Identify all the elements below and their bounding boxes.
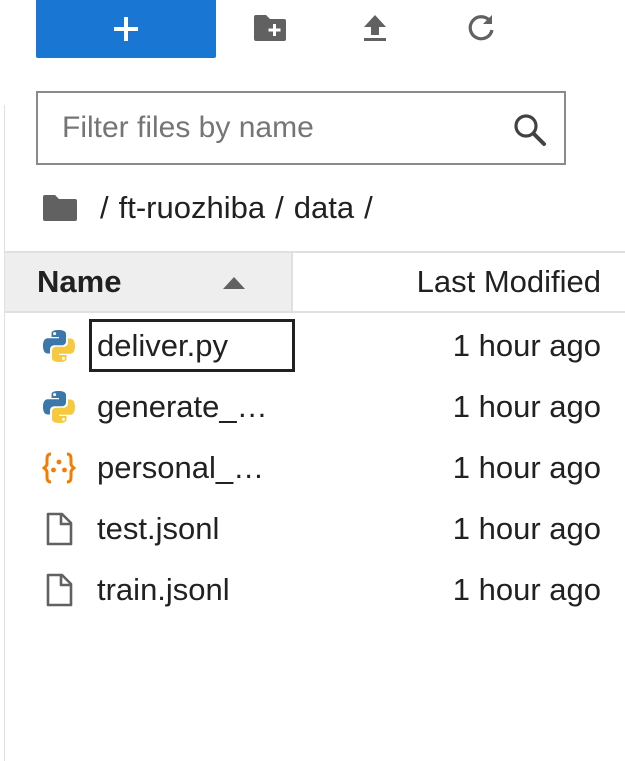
list-item[interactable]: deliver.py 1 hour ago [5, 315, 625, 376]
search-icon [514, 114, 546, 146]
new-launcher-button[interactable] [36, 0, 216, 58]
file-name[interactable]: generate_… [97, 376, 293, 437]
filter-input[interactable] [38, 98, 498, 158]
python-icon [43, 330, 75, 362]
file-browser: / ft-ruozhiba / data / Name Last Modifie… [0, 0, 625, 761]
breadcrumb-data[interactable]: data [294, 190, 354, 226]
folder-icon[interactable] [42, 193, 78, 223]
list-item[interactable]: personal_… 1 hour ago [5, 437, 625, 498]
breadcrumb-ft-ruozhiba[interactable]: ft-ruozhiba [119, 190, 265, 226]
file-modified: 1 hour ago [452, 327, 601, 363]
list-item[interactable]: generate_… 1 hour ago [5, 376, 625, 437]
list-item[interactable]: test.jsonl 1 hour ago [5, 498, 625, 559]
file-name[interactable]: train.jsonl [97, 559, 293, 620]
json-icon [41, 452, 77, 484]
file-name[interactable]: test.jsonl [97, 498, 293, 559]
list-item[interactable]: train.jsonl 1 hour ago [5, 559, 625, 620]
breadcrumb: / ft-ruozhiba / data / [42, 185, 383, 231]
file-listing: deliver.py 1 hour ago generate_… 1 hour … [5, 315, 625, 620]
python-icon [43, 391, 75, 423]
name-column-header[interactable]: Name [5, 253, 291, 311]
file-modified: 1 hour ago [452, 388, 601, 424]
new-folder-button[interactable] [250, 8, 290, 48]
breadcrumb-separator: / [364, 190, 373, 225]
filter-box [36, 91, 566, 165]
file-name[interactable]: deliver.py [89, 319, 295, 372]
last-modified-column-header[interactable]: Last Modified [417, 253, 601, 311]
upload-icon [364, 15, 386, 41]
file-modified: 1 hour ago [452, 571, 601, 607]
listing-header: Name Last Modified [5, 251, 625, 313]
file-modified: 1 hour ago [452, 510, 601, 546]
last-modified-header-label: Last Modified [416, 264, 601, 299]
file-modified: 1 hour ago [452, 449, 601, 485]
new-folder-icon [254, 15, 286, 41]
file-icon [46, 512, 73, 546]
file-name[interactable]: personal_… [97, 437, 293, 498]
file-browser-toolbar [0, 0, 625, 60]
breadcrumb-separator: / [275, 190, 284, 225]
upload-button[interactable] [355, 8, 395, 48]
refresh-icon [468, 15, 494, 41]
name-header-label: Name [37, 264, 122, 299]
breadcrumb-separator: / [100, 190, 109, 225]
plus-icon [114, 17, 138, 41]
column-resize-handle[interactable] [291, 253, 293, 311]
refresh-button[interactable] [461, 8, 501, 48]
file-icon [46, 573, 73, 607]
sort-ascending-icon [223, 277, 245, 289]
